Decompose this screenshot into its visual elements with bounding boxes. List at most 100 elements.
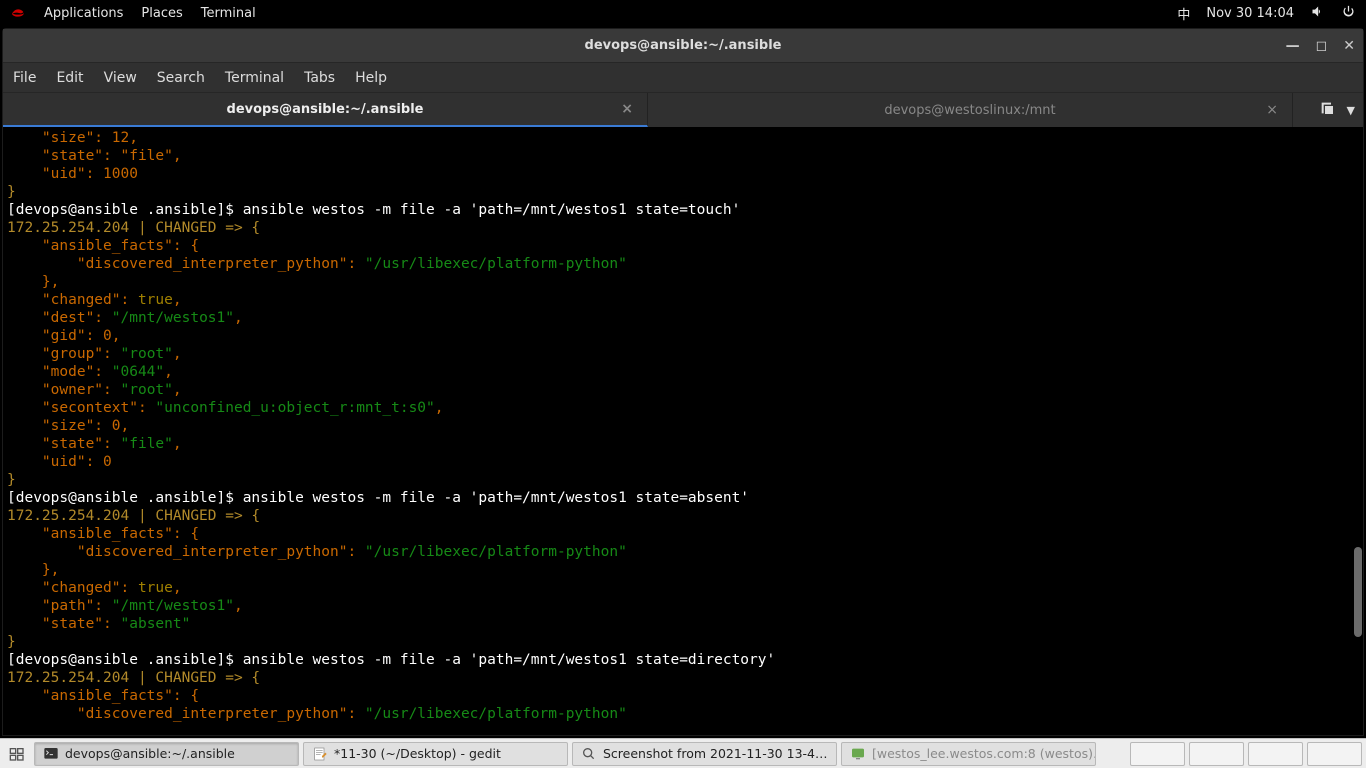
term-line: "/mnt/westos1" — [112, 598, 234, 614]
taskbar-item-terminal[interactable]: devops@ansible:~/.ansible — [34, 742, 299, 766]
window-titlebar[interactable]: devops@ansible:~/.ansible — ◻ ✕ — [3, 29, 1363, 63]
tab-menu-icon[interactable]: ▼ — [1347, 104, 1355, 117]
tab-1[interactable]: devops@ansible:~/.ansible × — [3, 93, 648, 127]
term-line: "state": — [7, 616, 121, 632]
taskbar-item-gedit[interactable]: *11-30 (~/Desktop) - gedit — [303, 742, 568, 766]
gnome-top-panel: Applications Places Terminal 中 Nov 30 14… — [0, 0, 1366, 27]
term-line: "0644" — [112, 364, 164, 380]
scrollbar-thumb[interactable] — [1354, 547, 1362, 637]
result-header: 172.25.254.204 | CHANGED => { — [7, 670, 260, 686]
tab-label: devops@westoslinux:/mnt — [884, 103, 1055, 118]
tab-bar: devops@ansible:~/.ansible × devops@westo… — [3, 93, 1363, 127]
command: ansible westos -m file -a 'path=/mnt/wes… — [243, 202, 741, 218]
term-line: true — [138, 292, 173, 308]
term-line: } — [7, 634, 16, 650]
menu-places[interactable]: Places — [141, 6, 182, 21]
menu-terminal[interactable]: Terminal — [201, 6, 256, 21]
menu-search[interactable]: Search — [157, 70, 205, 86]
tab-close-icon[interactable]: × — [621, 101, 633, 117]
window-title: devops@ansible:~/.ansible — [585, 38, 782, 53]
taskbar-item-imageviewer[interactable]: Screenshot from 2021-11-30 13-4… — [572, 742, 837, 766]
power-icon[interactable] — [1341, 4, 1356, 23]
term-line: true — [138, 580, 173, 596]
menu-help[interactable]: Help — [355, 70, 387, 86]
taskbar-pager-1[interactable] — [1130, 742, 1185, 766]
taskbar-item-label: *11-30 (~/Desktop) - gedit — [334, 746, 501, 761]
term-line: "owner": — [7, 382, 121, 398]
term-line: "uid": 1000 — [7, 166, 138, 182]
taskbar-item-vnc[interactable]: [westos_lee.westos.com:8 (westos)… — [841, 742, 1096, 766]
term-line: }, — [7, 562, 59, 578]
workspace-switcher-icon[interactable] — [4, 746, 30, 762]
prompt: [devops@ansible .ansible]$ — [7, 490, 243, 506]
clock[interactable]: Nov 30 14:04 — [1206, 6, 1294, 21]
term-line: "size": 12, — [7, 130, 138, 146]
term-line: "uid": 0 — [7, 454, 112, 470]
term-line: } — [7, 184, 16, 200]
tab-2[interactable]: devops@westoslinux:/mnt × — [648, 93, 1293, 127]
terminal-window: devops@ansible:~/.ansible — ◻ ✕ File Edi… — [2, 28, 1364, 736]
term-line: "secontext": — [7, 400, 155, 416]
term-line: "changed": — [7, 580, 138, 596]
term-line: "root" — [121, 346, 173, 362]
redhat-icon — [10, 4, 26, 24]
result-header: 172.25.254.204 | CHANGED => { — [7, 508, 260, 524]
term-line: "root" — [121, 382, 173, 398]
prompt: [devops@ansible .ansible]$ — [7, 202, 243, 218]
menubar: File Edit View Search Terminal Tabs Help — [3, 63, 1363, 93]
term-line: "group": — [7, 346, 121, 362]
term-line: "gid": 0, — [7, 328, 121, 344]
term-line: , — [173, 382, 182, 398]
term-line: "dest": — [7, 310, 112, 326]
term-line: "/usr/libexec/platform-python" — [365, 706, 627, 722]
maximize-button[interactable]: ◻ — [1316, 38, 1328, 54]
menu-terminal[interactable]: Terminal — [225, 70, 284, 86]
term-line: , — [173, 436, 182, 452]
term-line: "/usr/libexec/platform-python" — [365, 544, 627, 560]
taskbar-pager-2[interactable] — [1189, 742, 1244, 766]
taskbar-pager-3[interactable] — [1248, 742, 1303, 766]
result-header: 172.25.254.204 | CHANGED => { — [7, 220, 260, 236]
term-line: "ansible_facts": { — [7, 688, 199, 704]
prompt: [devops@ansible .ansible]$ — [7, 652, 243, 668]
taskbar-pager-4[interactable] — [1307, 742, 1362, 766]
menu-view[interactable]: View — [104, 70, 137, 86]
term-line: , — [234, 310, 243, 326]
term-line: }, — [7, 274, 59, 290]
terminal-output[interactable]: "size": 12, "state": "file", "uid": 1000… — [3, 127, 1363, 735]
taskbar: devops@ansible:~/.ansible *11-30 (~/Desk… — [0, 738, 1366, 768]
tab-close-icon[interactable]: × — [1266, 102, 1278, 118]
menu-applications[interactable]: Applications — [44, 6, 123, 21]
term-line: "unconfined_u:object_r:mnt_t:s0" — [155, 400, 434, 416]
volume-icon[interactable] — [1310, 4, 1325, 23]
term-line: , — [173, 346, 182, 362]
minimize-button[interactable]: — — [1286, 38, 1300, 54]
term-line: , — [173, 580, 182, 596]
taskbar-item-label: [westos_lee.westos.com:8 (westos)… — [872, 746, 1096, 761]
term-line: "state": "file", — [7, 148, 182, 164]
term-line: "path": — [7, 598, 112, 614]
taskbar-item-label: devops@ansible:~/.ansible — [65, 746, 235, 761]
menu-file[interactable]: File — [13, 70, 36, 86]
term-line: "/usr/libexec/platform-python" — [365, 256, 627, 272]
term-line: , — [173, 292, 182, 308]
term-line: "size": 0, — [7, 418, 129, 434]
close-button[interactable]: ✕ — [1343, 38, 1355, 54]
menu-edit[interactable]: Edit — [56, 70, 83, 86]
term-line: , — [234, 598, 243, 614]
menu-tabs[interactable]: Tabs — [304, 70, 335, 86]
ime-indicator[interactable]: 中 — [1177, 4, 1190, 23]
term-line: "file" — [121, 436, 173, 452]
term-line: , — [164, 364, 173, 380]
new-tab-icon[interactable] — [1319, 100, 1335, 120]
term-line: "mode": — [7, 364, 112, 380]
term-line: "ansible_facts": { — [7, 526, 199, 542]
tab-label: devops@ansible:~/.ansible — [227, 102, 424, 117]
term-line: "discovered_interpreter_python": — [7, 256, 365, 272]
term-line: "ansible_facts": { — [7, 238, 199, 254]
term-line: } — [7, 472, 16, 488]
command: ansible westos -m file -a 'path=/mnt/wes… — [243, 652, 776, 668]
command: ansible westos -m file -a 'path=/mnt/wes… — [243, 490, 749, 506]
term-line: "state": — [7, 436, 121, 452]
term-line: "changed": — [7, 292, 138, 308]
